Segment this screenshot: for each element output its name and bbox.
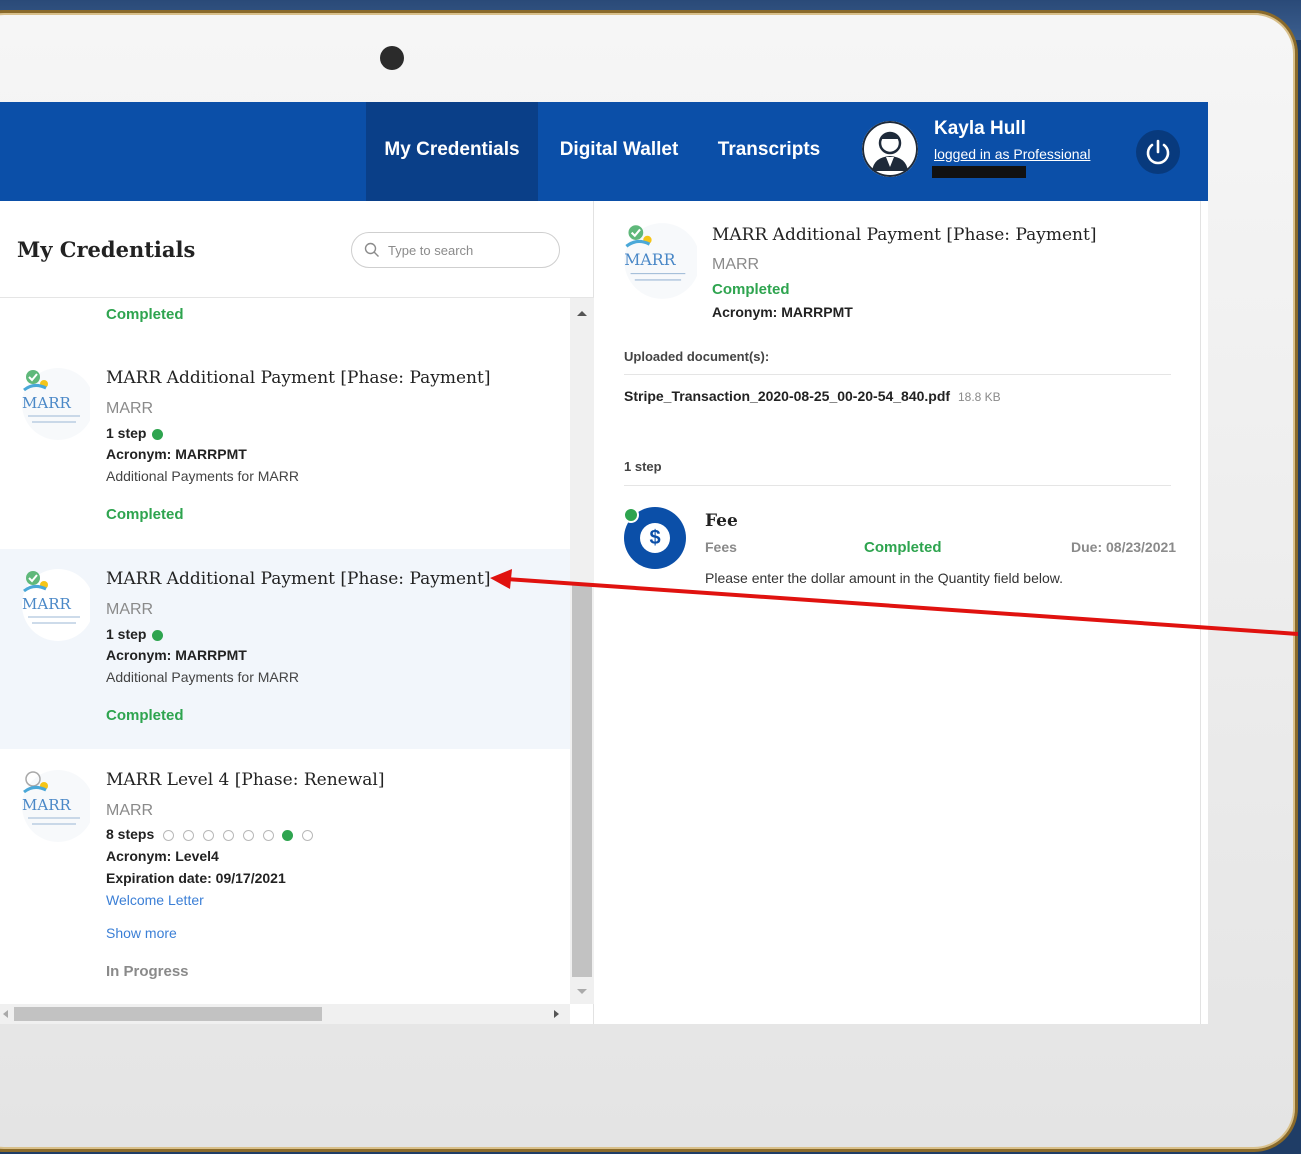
- card-steps: 8 steps: [106, 826, 314, 842]
- search-icon: [364, 242, 379, 257]
- scroll-right-icon[interactable]: [550, 1004, 562, 1024]
- horizontal-scrollbar[interactable]: [0, 1004, 570, 1024]
- card-steps: 1 step: [106, 626, 164, 642]
- file-size: 18.8 KB: [957, 390, 1001, 404]
- card-acronym: Acronym: Level4: [106, 848, 219, 864]
- welcome-letter-link[interactable]: Welcome Letter: [106, 892, 204, 908]
- power-icon: [1146, 139, 1170, 165]
- card-org: MARR: [106, 601, 154, 618]
- page-title: My Credentials: [17, 237, 196, 262]
- step-complete-icon: [282, 829, 294, 841]
- nav-my-credentials[interactable]: My Credentials: [366, 102, 538, 201]
- user-name[interactable]: Kayla Hull: [934, 118, 1026, 140]
- marr-logo-icon: MARR: [624, 223, 697, 299]
- uploaded-file[interactable]: Stripe_Transaction_2020-08-25_00-20-54_8…: [624, 388, 1001, 404]
- detail-org: MARR: [712, 256, 760, 273]
- logo-text: MARR: [22, 796, 71, 814]
- credential-card[interactable]: MARR MARR Level 4 [Phase: Renewal] MARR …: [0, 750, 570, 1004]
- credential-detail-pane: MARR MARR Additional Payment [Phase: Pay…: [595, 201, 1201, 1024]
- redaction-bar: [932, 166, 1026, 178]
- user-avatar-icon: [862, 121, 918, 177]
- marr-logo-icon: MARR: [22, 770, 90, 842]
- marr-logo-icon: MARR: [22, 569, 90, 641]
- step-due-date: Due: 08/23/2021: [1071, 539, 1177, 555]
- step-pending-icon: [262, 829, 274, 841]
- credentials-list: Completed MARR MARR Additional Payment […: [0, 298, 570, 1004]
- divider: [624, 374, 1171, 375]
- scrollbar-thumb[interactable]: [572, 584, 592, 977]
- card-description: Additional Payments for MARR: [106, 669, 299, 685]
- detail-title: MARR Additional Payment [Phase: Payment]: [712, 225, 1097, 245]
- app-screen: My Credentials Digital Wallet Transcript…: [0, 102, 1208, 1024]
- credential-card[interactable]: MARR MARR Additional Payment [Phase: Pay…: [0, 348, 570, 548]
- step-pending-icon: [222, 829, 234, 841]
- card-description: Additional Payments for MARR: [106, 468, 299, 484]
- search-placeholder: Type to search: [388, 243, 474, 258]
- status-badge: Completed: [106, 306, 184, 323]
- scroll-down-icon[interactable]: [570, 982, 594, 1002]
- step-pending-icon: [242, 829, 254, 841]
- vertical-scrollbar[interactable]: [570, 298, 594, 1004]
- dollar-icon: $: [640, 523, 670, 553]
- step-pending-icon: [202, 829, 214, 841]
- scroll-left-icon[interactable]: [0, 1004, 12, 1024]
- logout-button[interactable]: [1136, 130, 1180, 174]
- card-expiration: Expiration date: 09/17/2021: [106, 870, 286, 886]
- step-name[interactable]: Fee: [705, 511, 738, 531]
- nav-transcripts[interactable]: Transcripts: [700, 102, 838, 201]
- card-acronym: Acronym: MARRPMT: [106, 647, 247, 663]
- credential-card-selected[interactable]: MARR MARR Additional Payment [Phase: Pay…: [0, 549, 570, 749]
- status-badge: In Progress: [106, 963, 189, 980]
- step-status: Completed: [864, 539, 942, 556]
- card-acronym: Acronym: MARRPMT: [106, 446, 247, 462]
- card-title[interactable]: MARR Additional Payment [Phase: Payment]: [106, 569, 490, 589]
- credentials-list-pane: My Credentials Type to search Completed: [0, 201, 594, 1024]
- status-badge: Completed: [106, 707, 184, 724]
- nav-digital-wallet[interactable]: Digital Wallet: [540, 102, 698, 201]
- card-steps: 1 step: [106, 425, 164, 441]
- steps-label: 1 step: [624, 459, 662, 474]
- step-pending-icon: [302, 829, 314, 841]
- logo-text: MARR: [624, 250, 676, 269]
- uploaded-docs-label: Uploaded document(s):: [624, 349, 770, 364]
- camera-icon: [380, 46, 404, 70]
- check-icon: [623, 507, 639, 523]
- top-nav: My Credentials Digital Wallet Transcript…: [0, 102, 1208, 201]
- avatar[interactable]: [862, 121, 918, 177]
- card-title[interactable]: MARR Level 4 [Phase: Renewal]: [106, 770, 384, 790]
- file-name-link[interactable]: Stripe_Transaction_2020-08-25_00-20-54_8…: [624, 388, 950, 404]
- status-badge: Completed: [712, 281, 790, 298]
- card-org: MARR: [106, 802, 154, 819]
- scroll-up-icon[interactable]: [570, 304, 594, 324]
- user-role-link[interactable]: logged in as Professional: [934, 146, 1090, 162]
- divider: [624, 485, 1171, 486]
- step-pending-icon: [163, 829, 175, 841]
- logo-text: MARR: [22, 595, 71, 613]
- step-pending-icon: [183, 829, 195, 841]
- status-badge: Completed: [106, 506, 184, 523]
- card-title[interactable]: MARR Additional Payment [Phase: Payment]: [106, 368, 490, 388]
- step-complete-icon: [152, 629, 164, 641]
- marr-logo-icon: MARR: [22, 368, 90, 440]
- step-type: Fees: [705, 539, 737, 555]
- detail-acronym: Acronym: MARRPMT: [712, 304, 853, 320]
- step-instruction: Please enter the dollar amount in the Qu…: [705, 570, 1063, 586]
- card-org: MARR: [106, 400, 154, 417]
- scrollbar-thumb[interactable]: [14, 1007, 322, 1021]
- search-input[interactable]: Type to search: [351, 232, 560, 268]
- logo-text: MARR: [22, 394, 71, 412]
- step-complete-icon: [152, 428, 164, 440]
- show-more-link[interactable]: Show more: [106, 925, 177, 941]
